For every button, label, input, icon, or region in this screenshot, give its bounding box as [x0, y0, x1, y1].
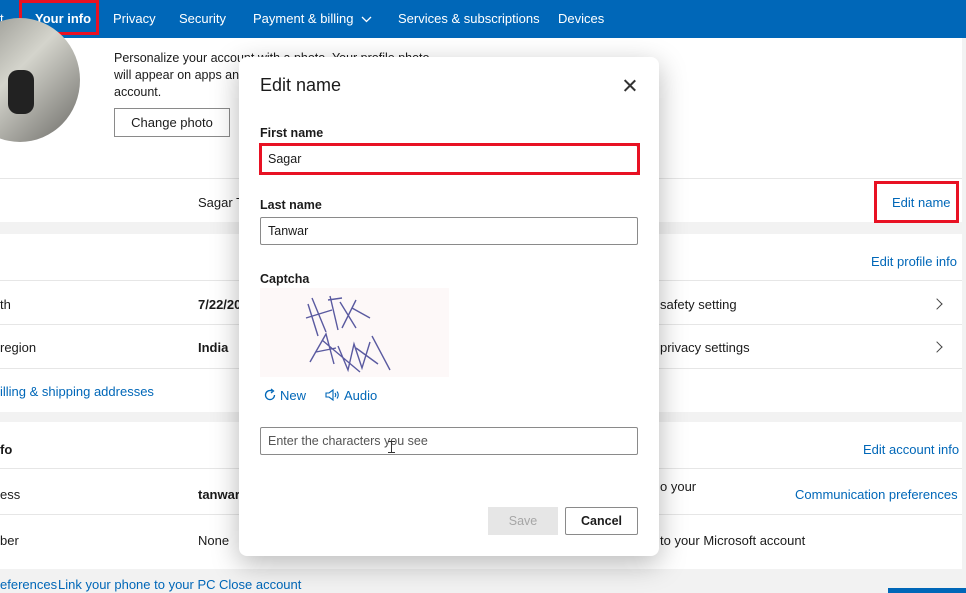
- footer-link-phone[interactable]: Link your phone to your PC: [58, 577, 216, 592]
- nav-item-devices[interactable]: Devices: [558, 0, 604, 38]
- close-icon[interactable]: [620, 76, 640, 96]
- speaker-icon: [325, 388, 339, 402]
- last-name-input[interactable]: [260, 217, 638, 245]
- first-name-highlight-box: [259, 143, 640, 175]
- addresses-link[interactable]: illing & shipping addresses: [0, 384, 154, 399]
- captcha-image: [260, 288, 449, 377]
- top-navigation: t Your info Privacy Security Payment & b…: [0, 0, 966, 38]
- nav-item-privacy[interactable]: Privacy: [113, 0, 156, 38]
- new-captcha-label: New: [280, 388, 307, 403]
- audio-captcha-label: Audio: [344, 388, 378, 403]
- nav-item-payment-billing[interactable]: Payment & billing: [253, 0, 372, 38]
- audio-captcha-button[interactable]: Audio: [325, 388, 377, 403]
- captcha-glyphs: [305, 295, 391, 373]
- edit-account-info-link[interactable]: Edit account info: [863, 442, 959, 457]
- new-captcha-button[interactable]: New: [263, 388, 306, 403]
- privacy-settings-link[interactable]: privacy settings: [660, 340, 750, 355]
- email-description: o your: [660, 479, 697, 494]
- region-label: region: [0, 340, 37, 355]
- chevron-down-icon: [361, 16, 372, 23]
- change-photo-button[interactable]: Change photo: [114, 108, 230, 137]
- last-name-label: Last name: [260, 198, 322, 212]
- first-name-label: First name: [260, 126, 324, 140]
- birthdate-label: th: [0, 297, 11, 312]
- nav-item-security[interactable]: Security: [179, 0, 226, 38]
- captcha-input[interactable]: [260, 427, 638, 455]
- footer-link-preferences[interactable]: eferences: [0, 577, 57, 592]
- cancel-button[interactable]: Cancel: [565, 507, 638, 535]
- full-name-value: Sagar T: [198, 195, 245, 210]
- safety-setting-link[interactable]: safety setting: [660, 297, 737, 312]
- phone-value: None: [198, 533, 230, 548]
- refresh-icon: [264, 388, 276, 401]
- account-info-heading: fo: [0, 442, 13, 457]
- nav-item-payment-billing-label: Payment & billing: [253, 11, 354, 26]
- dialog-title: Edit name: [260, 75, 342, 95]
- chevron-right-icon[interactable]: [931, 298, 943, 310]
- text-cursor-icon: [388, 441, 395, 453]
- feedback-button[interactable]: [888, 588, 966, 593]
- communication-preferences-link[interactable]: Communication preferences: [795, 487, 958, 502]
- phone-description: to your Microsoft account: [660, 533, 806, 548]
- chevron-right-icon[interactable]: [931, 341, 943, 353]
- captcha-label: Captcha: [260, 272, 310, 286]
- edit-profile-info-link[interactable]: Edit profile info: [871, 254, 957, 269]
- footer-link-close-account[interactable]: Close account: [219, 577, 301, 592]
- email-label: ess: [0, 487, 21, 502]
- edit-name-highlight-box: [874, 181, 959, 223]
- birthdate-value: 7/22/20: [198, 297, 242, 312]
- edit-name-dialog: Edit name First name Last name Captcha N…: [239, 57, 659, 556]
- save-button[interactable]: Save: [488, 507, 558, 535]
- phone-label: ber: [0, 533, 19, 548]
- nav-item-services-subscriptions[interactable]: Services & subscriptions: [398, 0, 540, 38]
- region-value: India: [198, 340, 229, 355]
